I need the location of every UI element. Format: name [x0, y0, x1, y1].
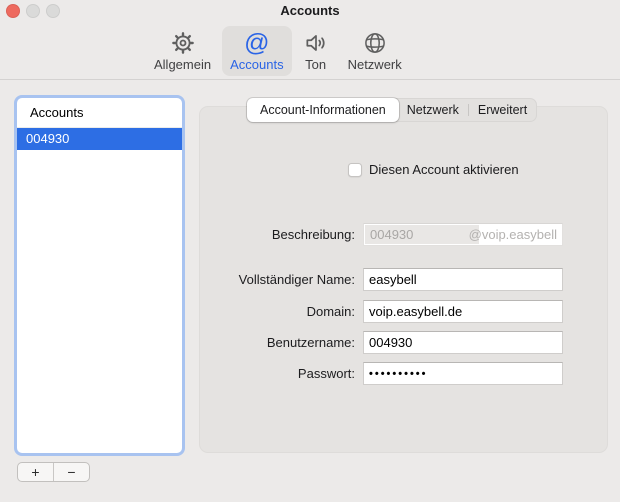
toolbar-item-ton[interactable]: Ton: [295, 26, 337, 76]
enable-account-label: Diesen Account aktivieren: [369, 162, 519, 177]
globe-icon: [362, 29, 388, 57]
domain-field[interactable]: [363, 300, 563, 323]
tab-erweitert[interactable]: Erweitert: [469, 99, 536, 121]
toolbar-label-ton: Ton: [305, 57, 326, 72]
preferences-toolbar: Allgemein @ Accounts Ton: [146, 26, 410, 76]
account-tabbar: Account-Informationen Netzwerk Erweitert: [247, 98, 537, 122]
list-item-account[interactable]: 004930: [17, 128, 182, 150]
description-field[interactable]: 004930 @voip.easybell: [363, 223, 563, 246]
window-title: Accounts: [0, 3, 620, 18]
tab-netzwerk[interactable]: Netzwerk: [398, 99, 468, 121]
enable-account-checkbox[interactable]: [348, 163, 362, 177]
preferences-window: Accounts: [0, 0, 620, 502]
gear-icon: [170, 29, 196, 57]
toolbar-label-netzwerk: Netzwerk: [348, 57, 402, 72]
toolbar-label-allgemein: Allgemein: [154, 57, 211, 72]
toolbar-item-allgemein[interactable]: Allgemein: [146, 26, 219, 76]
password-field[interactable]: [363, 362, 563, 385]
password-label: Passwort:: [199, 362, 355, 385]
toolbar-item-netzwerk[interactable]: Netzwerk: [340, 26, 410, 76]
accounts-list: Accounts 004930: [14, 95, 185, 456]
description-label: Beschreibung:: [199, 223, 355, 246]
toolbar-label-accounts: Accounts: [230, 57, 283, 72]
full-name-field[interactable]: [363, 268, 563, 291]
tab-account-informationen[interactable]: Account-Informationen: [247, 98, 399, 122]
toolbar-separator: [0, 79, 620, 80]
full-name-label: Vollständiger Name:: [199, 268, 355, 291]
remove-account-button[interactable]: −: [53, 463, 89, 481]
speaker-icon: [303, 29, 329, 57]
domain-label: Domain:: [199, 300, 355, 323]
description-suffix: @voip.easybell: [469, 224, 557, 245]
accounts-list-header: Accounts: [17, 98, 182, 128]
toolbar-item-accounts[interactable]: @ Accounts: [222, 26, 291, 76]
add-account-button[interactable]: +: [18, 463, 53, 481]
at-icon: @: [244, 29, 269, 57]
enable-account-row: Diesen Account aktivieren: [348, 162, 519, 177]
username-field[interactable]: [363, 331, 563, 354]
username-label: Benutzername:: [199, 331, 355, 354]
list-add-remove-control: + −: [17, 462, 90, 482]
description-placeholder: 004930: [370, 224, 413, 245]
